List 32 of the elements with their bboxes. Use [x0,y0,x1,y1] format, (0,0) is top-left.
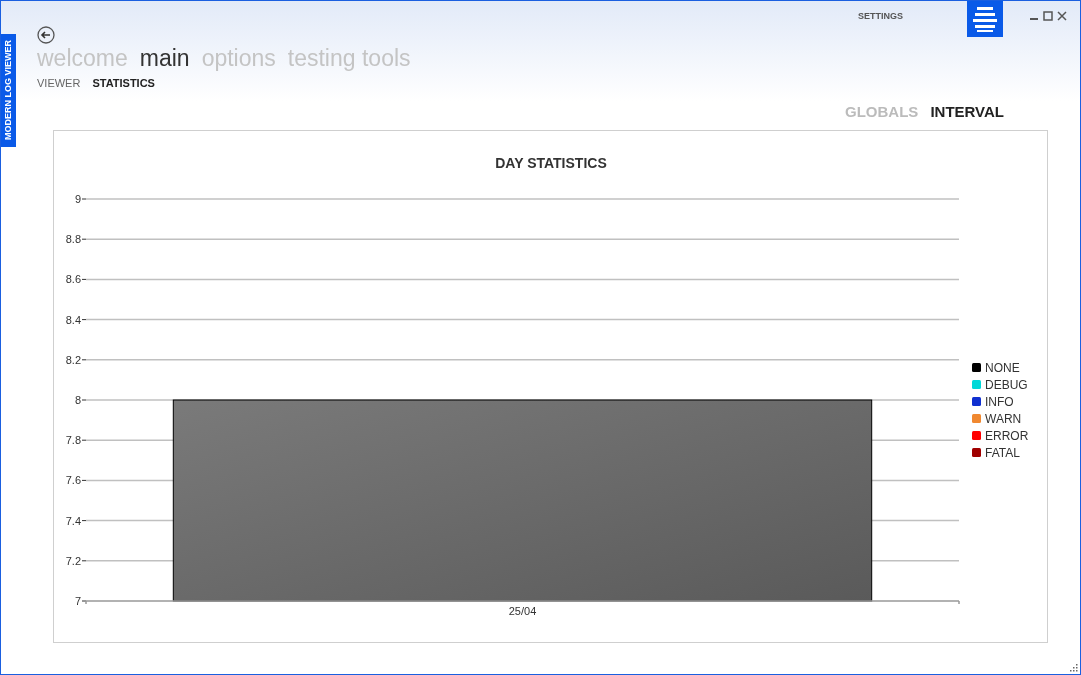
legend-label: NONE [985,361,1020,375]
y-tick-label: 7.8 [65,434,81,447]
resize-grip-icon[interactable] [1069,663,1078,672]
side-tab[interactable]: MODERN LOG VIEWER [1,34,16,147]
legend-label: ERROR [985,429,1029,443]
y-tick-label: 8 [74,394,81,406]
legend-label: INFO [985,395,1014,409]
maximize-icon[interactable] [1043,11,1053,21]
nav-tab[interactable]: main [139,45,190,71]
y-tick-label: 8.4 [65,313,81,326]
y-tick-label: 7 [74,595,81,607]
close-icon[interactable] [1057,11,1067,21]
chart-title: DAY STATISTICS [495,155,607,171]
app-name: MODERN LOG VIEWER [1,40,14,141]
sub-tab[interactable]: STATISTICS [92,75,155,92]
legend-label: WARN [985,412,1022,426]
y-tick-label: 9 [74,193,81,205]
settings-link[interactable]: SETTINGS [858,10,903,24]
mode-tab[interactable]: INTERVAL [930,102,1004,130]
menu-button[interactable] [967,1,1003,37]
legend-label: FATAL [985,446,1020,460]
y-tick-label: 8.2 [65,353,81,366]
sub-tab[interactable]: VIEWER [37,75,81,92]
y-tick-label: 7.4 [65,514,81,527]
x-tick-label: 25/04 [508,605,537,617]
y-tick-label: 8.6 [65,273,81,286]
back-icon[interactable] [37,26,55,44]
y-tick-label: 8.8 [65,233,81,246]
y-tick-label: 7.6 [65,474,81,487]
legend-label: DEBUG [985,378,1028,392]
menu-icon [973,6,997,32]
y-tick-label: 7.2 [65,554,81,567]
